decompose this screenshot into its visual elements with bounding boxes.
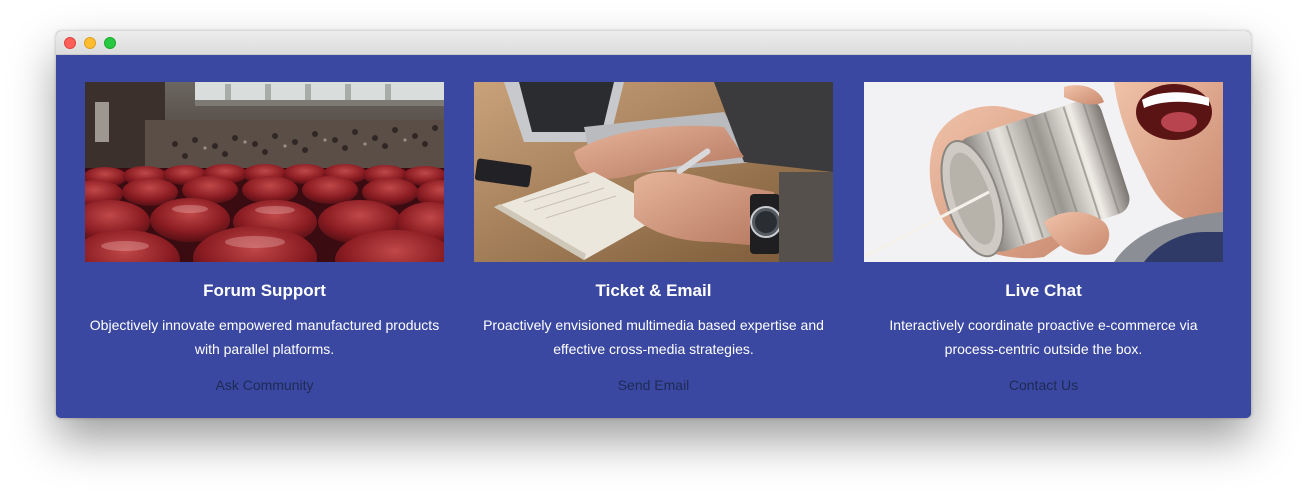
card-description: Interactively coordinate proactive e-com…	[889, 317, 1198, 357]
card-title: Ticket & Email	[595, 281, 712, 300]
window-maximize-button[interactable]	[104, 37, 116, 49]
auditorium-photo	[85, 82, 444, 262]
ask-community-link[interactable]: Ask Community	[215, 376, 313, 394]
card-description: Objectively innovate empowered manufactu…	[89, 317, 440, 357]
window-minimize-button[interactable]	[84, 37, 96, 49]
support-card-ticket-email: Ticket & Email Proactively envisioned mu…	[474, 82, 833, 395]
contact-us-link[interactable]: Contact Us	[1009, 376, 1078, 394]
support-card-live-chat: Live Chat Interactively coordinate proac…	[864, 82, 1223, 395]
support-section: Forum Support Objectively innovate empow…	[56, 55, 1251, 418]
window-titlebar	[56, 31, 1251, 55]
send-email-link[interactable]: Send Email	[618, 376, 690, 394]
tin-can-phone-photo	[864, 82, 1223, 262]
window-close-button[interactable]	[64, 37, 76, 49]
card-description: Proactively envisioned multimedia based …	[483, 317, 824, 357]
support-card-forum: Forum Support Objectively innovate empow…	[85, 82, 444, 395]
card-title: Live Chat	[1005, 281, 1082, 300]
browser-window: Forum Support Objectively innovate empow…	[56, 31, 1251, 418]
writing-notebook-photo	[474, 82, 833, 262]
card-title: Forum Support	[203, 281, 326, 300]
